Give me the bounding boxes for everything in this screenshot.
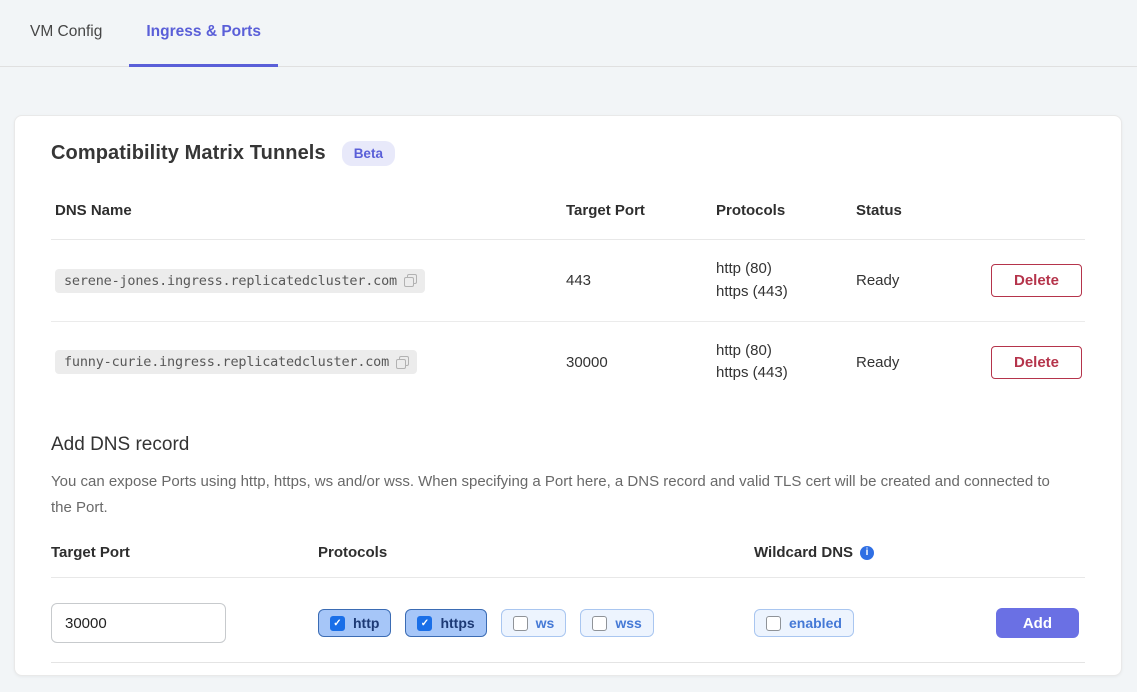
add-dns-section: Add DNS record You can expose Ports usin… (51, 434, 1085, 663)
add-button[interactable]: Add (996, 608, 1079, 638)
enabled-checkbox-box (766, 616, 781, 631)
cell-target-port: 30000 (566, 354, 716, 371)
cell-protocols: http (80) https (443) (716, 340, 856, 385)
label-target-port: Target Port (51, 544, 318, 561)
add-dns-description: You can expose Ports using http, https, … (51, 469, 1056, 520)
column-header-target-port: Target Port (566, 202, 716, 219)
cell-status: Ready (856, 272, 991, 289)
dns-name-text: serene-jones.ingress.replicatedcluster.c… (64, 273, 397, 289)
form-controls-row: http https ws wss enabled (51, 603, 1085, 643)
checkbox-https[interactable]: https (405, 609, 486, 637)
column-header-dns-name: DNS Name (55, 202, 566, 219)
card-title: Compatibility Matrix Tunnels (51, 142, 326, 165)
column-header-status: Status (856, 202, 991, 219)
dns-name-pill: serene-jones.ingress.replicatedcluster.c… (55, 269, 425, 293)
label-wildcard-dns: Wildcard DNS (754, 544, 994, 561)
dns-name-text: funny-curie.ingress.replicatedcluster.co… (64, 354, 389, 370)
column-header-protocols: Protocols (716, 202, 856, 219)
delete-button[interactable]: Delete (991, 264, 1082, 297)
cell-protocols: http (80) https (443) (716, 258, 856, 303)
bottom-divider (51, 662, 1085, 663)
table-row: funny-curie.ingress.replicatedcluster.co… (51, 321, 1085, 402)
tunnels-card: Compatibility Matrix Tunnels Beta DNS Na… (14, 115, 1122, 676)
tab-ingress-ports-label: Ingress & Ports (146, 23, 261, 41)
label-protocols: Protocols (318, 544, 754, 561)
checkbox-wildcard-enabled[interactable]: enabled (754, 609, 854, 637)
cell-target-port: 443 (566, 272, 716, 289)
table-row: serene-jones.ingress.replicatedcluster.c… (51, 240, 1085, 321)
tab-ingress-ports[interactable]: Ingress & Ports (129, 0, 278, 67)
delete-button[interactable]: Delete (991, 346, 1082, 379)
table-header-row: DNS Name Target Port Protocols Status (51, 190, 1085, 240)
target-port-input[interactable] (51, 603, 226, 643)
card-header: Compatibility Matrix Tunnels Beta (51, 116, 1085, 166)
tab-vm-config[interactable]: VM Config (30, 0, 102, 67)
https-checkbox-box (417, 616, 432, 631)
protocol-checkbox-group: http https ws wss (318, 609, 754, 637)
checkbox-http[interactable]: http (318, 609, 391, 637)
beta-badge: Beta (342, 141, 395, 166)
add-dns-title: Add DNS record (51, 434, 1085, 456)
dns-name-pill: funny-curie.ingress.replicatedcluster.co… (55, 350, 417, 374)
checkbox-wss[interactable]: wss (580, 609, 653, 637)
cell-status: Ready (856, 354, 991, 371)
http-checkbox-box (330, 616, 345, 631)
checkbox-ws[interactable]: ws (501, 609, 567, 637)
copy-icon[interactable] (396, 356, 409, 369)
copy-icon[interactable] (404, 274, 417, 287)
info-icon[interactable] (860, 546, 874, 560)
tab-bar: VM Config Ingress & Ports (0, 0, 1137, 67)
wss-checkbox-box (592, 616, 607, 631)
tab-vm-config-label: VM Config (30, 23, 102, 41)
ws-checkbox-box (513, 616, 528, 631)
tunnels-table: DNS Name Target Port Protocols Status se… (51, 190, 1085, 402)
form-label-row: Target Port Protocols Wildcard DNS (51, 544, 1085, 578)
